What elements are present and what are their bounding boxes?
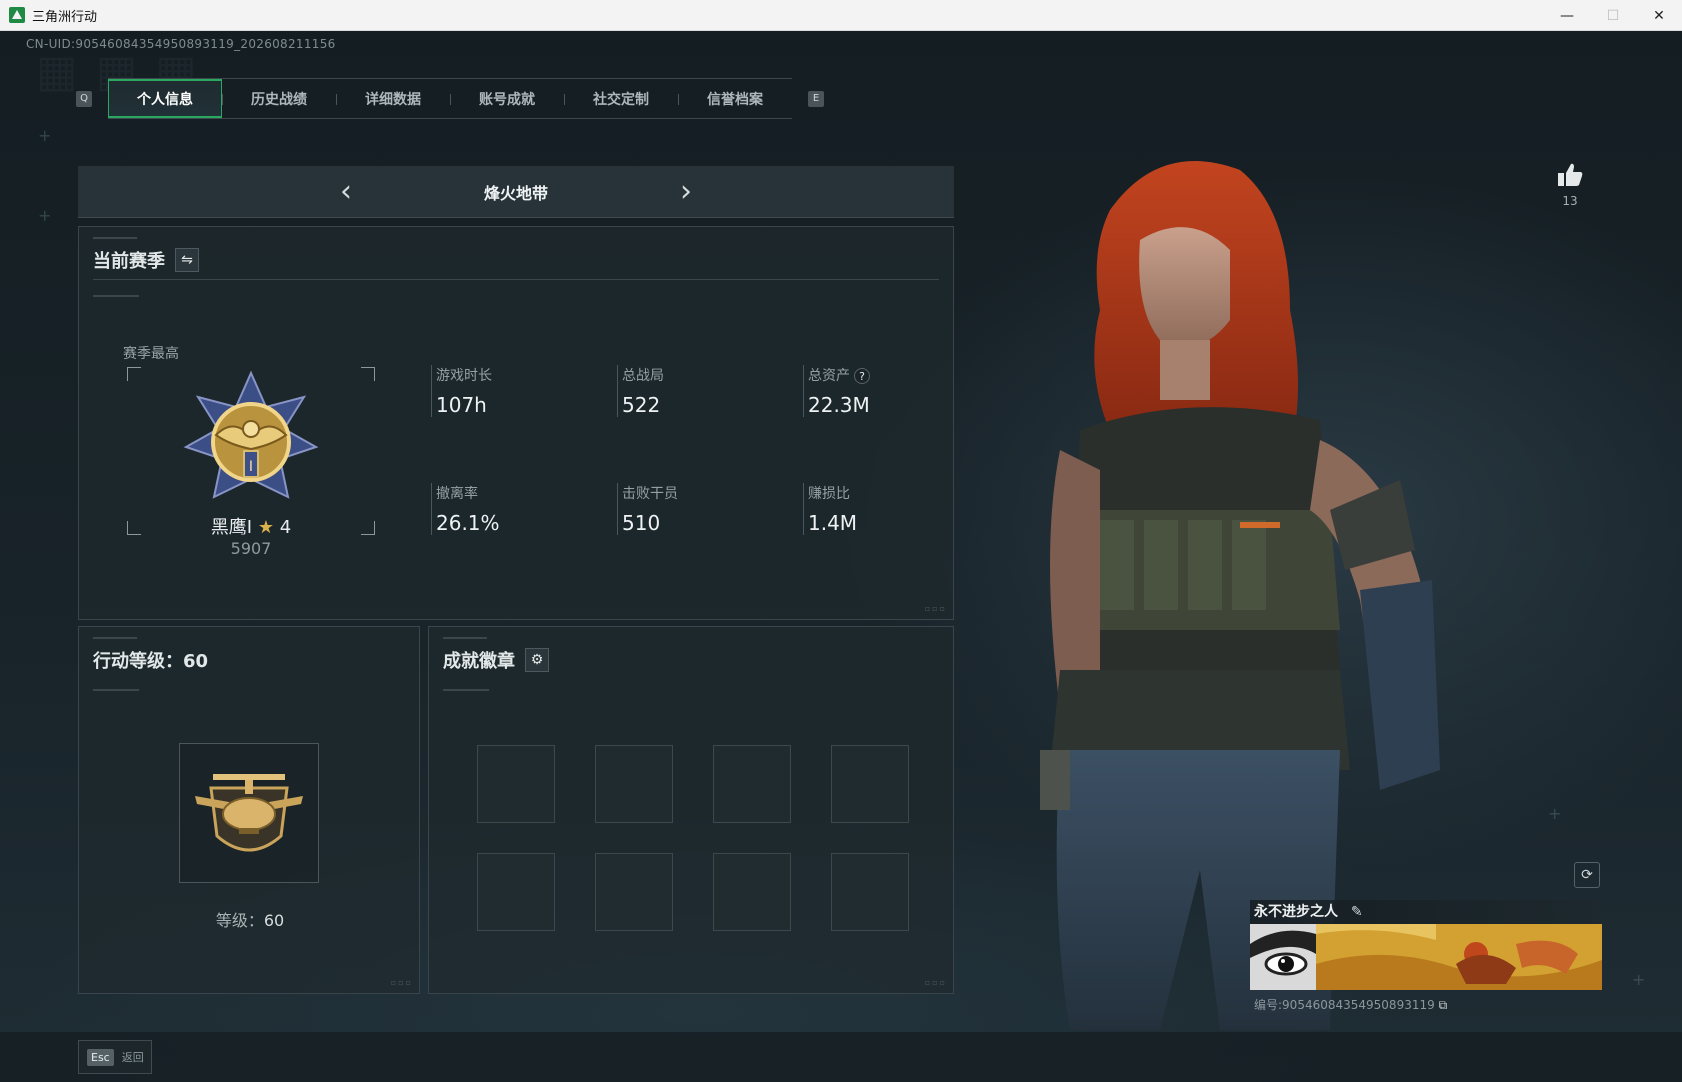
prev-tab-key-hint[interactable]: Q [76, 90, 92, 107]
badge-slot[interactable] [477, 853, 555, 931]
card-images [1250, 924, 1602, 990]
tab-achievements[interactable]: 账号成就 [450, 79, 564, 118]
rank-score: 5907 [230, 539, 272, 558]
thumbs-up-icon[interactable] [1556, 162, 1584, 188]
tab-credit-record[interactable]: 信誉档案 [678, 79, 792, 118]
action-level-panel: 行动等级：60 等级：60 ▫▫▫ [78, 626, 420, 994]
level-title: 行动等级：60 [93, 651, 209, 672]
panel-decor-line [93, 637, 137, 639]
card-banner-image [1316, 924, 1602, 990]
panel-decor-line [93, 237, 137, 239]
achievement-header: 成就徽章 ⚙ [443, 647, 549, 673]
like-count: 13 [1562, 194, 1578, 208]
tab-detailed-data[interactable]: 详细数据 [336, 79, 450, 118]
stat-total-matches: 总战局 522 [617, 365, 777, 417]
tab-personal-info[interactable]: 个人信息 [108, 79, 222, 118]
gear-icon[interactable]: ⚙ [525, 648, 549, 672]
star-icon: ★ [257, 517, 274, 538]
back-button[interactable]: Esc 返回 [78, 1040, 152, 1074]
card-player-name: 永不进步之人 ✎ [1250, 900, 1602, 924]
operator-character-model [1040, 161, 1440, 1030]
stat-profit-ratio: 赚损比 1.4M [803, 483, 963, 535]
badge-slot[interactable] [595, 853, 673, 931]
next-tab-key-hint[interactable]: E [808, 90, 824, 107]
current-season-panel: 当前赛季 ⇋ 赛季最高 I 黑鹰Ⅰ ★ 4 5907 游戏时长 107h 总战局… [78, 226, 954, 620]
chevron-left-icon[interactable]: ‹ [326, 166, 366, 218]
svg-text:I: I [249, 459, 253, 475]
bottom-bar [0, 1032, 1682, 1082]
mode-selector: ‹ 烽火地带 › [78, 166, 954, 218]
player-avatar[interactable] [1250, 924, 1316, 990]
panel-decor-line [443, 637, 487, 639]
badge-slot[interactable] [595, 745, 673, 823]
level-header: 行动等级：60 [93, 647, 208, 673]
rank-name: 黑鹰Ⅰ ★ 4 [210, 517, 292, 538]
chevron-right-icon[interactable]: › [666, 166, 706, 218]
decor-plus-icon: + [38, 126, 52, 145]
window-title: 三角洲行动 [32, 8, 98, 24]
close-button[interactable]: ✕ [1636, 0, 1682, 31]
level-text: 等级：60 [215, 911, 285, 930]
level-value: 60 [263, 911, 285, 930]
tab-social-custom[interactable]: 社交定制 [564, 79, 678, 118]
achievement-badges-panel: 成就徽章 ⚙ ▫▫▫ [428, 626, 954, 994]
badge-slot[interactable] [477, 745, 555, 823]
mode-title: 烽火地带 [483, 183, 548, 203]
title-bar: 三角洲行动 — ☐ ✕ [0, 0, 1682, 31]
stat-operators-defeated: 击败干员 510 [617, 483, 777, 535]
top-tab-bar: Q 个人信息 历史战绩 详细数据 账号成就 社交定制 信誉档案 E [76, 78, 824, 119]
black-hawk-rank-badge-icon: I [183, 370, 319, 499]
copy-icon[interactable]: ⧉ [1439, 998, 1448, 1012]
decor-plus-icon: + [1548, 804, 1562, 823]
minimize-button[interactable]: — [1544, 0, 1590, 31]
rank-badge-frame: I [127, 367, 375, 535]
level-badge-box [179, 743, 319, 883]
panel-corner-decor: ▫▫▫ [390, 978, 413, 987]
panel-decor-line [443, 689, 489, 691]
card-id: 编号:90546084354950893119 ⧉ [1254, 998, 1448, 1012]
stat-total-assets: 总资产? 22.3M [803, 365, 963, 417]
back-label: 返回 [121, 1051, 144, 1064]
esc-key-hint: Esc [87, 1048, 114, 1066]
rank-stars: 4 [279, 517, 292, 538]
season-header: 当前赛季 ⇋ [93, 247, 199, 273]
season-title: 当前赛季 [93, 251, 165, 272]
stat-extract-rate: 撤离率 26.1% [431, 483, 591, 535]
decor-plus-icon: + [38, 206, 52, 225]
stat-play-time: 游戏时长 107h [431, 365, 591, 417]
panel-corner-decor: ▫▫▫ [924, 978, 947, 987]
refresh-icon[interactable]: ⟳ [1574, 862, 1600, 888]
maximize-button[interactable]: ☐ [1590, 0, 1636, 31]
pencil-icon[interactable]: ✎ [1351, 904, 1363, 920]
app-logo-icon [9, 7, 25, 23]
game-window: 三角洲行动 — ☐ ✕ CN-UID:9054608435495089311​9… [0, 0, 1682, 1082]
badge-slot[interactable] [831, 745, 909, 823]
badge-slot[interactable] [831, 853, 909, 931]
help-icon[interactable]: ? [854, 368, 870, 384]
helicopter-level-badge-icon [195, 774, 303, 852]
like-widget[interactable]: 13 [1556, 162, 1584, 208]
tab-strip: 个人信息 历史战绩 详细数据 账号成就 社交定制 信誉档案 [108, 78, 792, 119]
swap-icon[interactable]: ⇋ [175, 248, 199, 272]
player-name-card: 永不进步之人 ✎ 编号:90546084354950893119 ⧉ [1250, 900, 1602, 1013]
badge-slot[interactable] [713, 853, 791, 931]
panel-decor-line [93, 295, 139, 297]
achievement-title: 成就徽章 [443, 651, 515, 672]
tab-match-history[interactable]: 历史战绩 [222, 79, 336, 118]
divider [93, 279, 939, 280]
panel-decor-line [93, 689, 139, 691]
badge-slot[interactable] [713, 745, 791, 823]
decor-plus-icon: + [1632, 970, 1646, 989]
panel-corner-decor: ▫▫▫ [924, 604, 947, 613]
season-best-label: 赛季最高 [123, 346, 179, 362]
